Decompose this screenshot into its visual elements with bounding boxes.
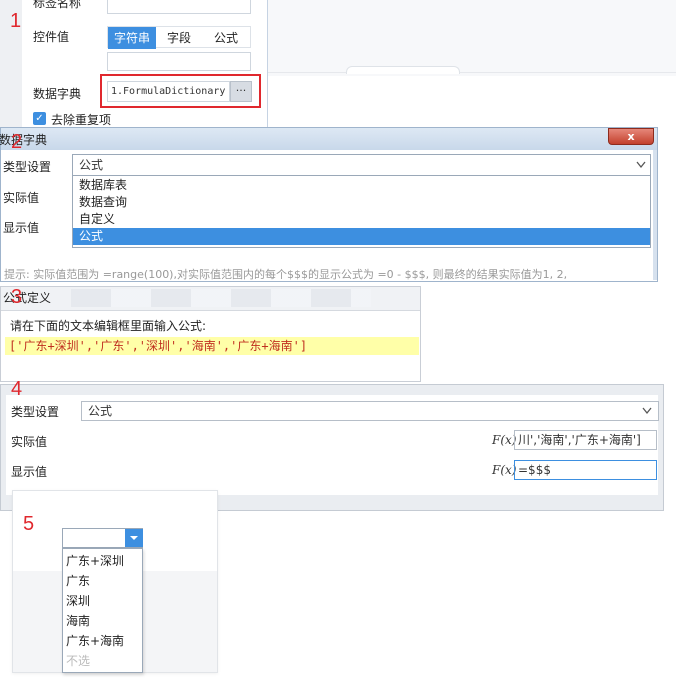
type-setting-combobox[interactable]: 公式 [72, 154, 651, 176]
dictionary-value-field[interactable]: 1.FormulaDictionary [107, 81, 230, 102]
background-canvas [268, 0, 676, 76]
dropdown-option[interactable]: 海南 [66, 612, 90, 629]
segment-string[interactable]: 字符串 [108, 27, 156, 49]
dropdown-option-db-table[interactable]: 数据库表 [73, 177, 650, 194]
formula-icon[interactable]: F(x) [492, 463, 516, 477]
dropdown-option[interactable]: 广东 [66, 572, 90, 589]
combobox-toggle-button[interactable] [125, 529, 143, 547]
control-value-label: 控件值 [33, 30, 70, 44]
caret-down-icon [130, 536, 138, 540]
preview-dropdown-list: 广东+深圳 广东 深圳 海南 广东+海南 不选 [62, 548, 143, 673]
display-value-input[interactable]: =$$$ [514, 460, 657, 480]
step-number-4: 4 [11, 378, 23, 400]
formula-definition-panel: 公式定义 3 请在下面的文本编辑框里面输入公式: ['广东+深圳','广东','… [0, 286, 421, 382]
chevron-down-icon [636, 161, 646, 169]
step-number-3: 3 [11, 286, 23, 308]
dialog-titlebar: 数据字典 x [0, 128, 657, 150]
label-name-label: 标签名称 [33, 0, 82, 10]
step-number-2: 2 [11, 131, 23, 153]
formula-instruction: 请在下面的文本编辑框里面输入公式: [10, 319, 207, 333]
close-button[interactable]: x [608, 128, 654, 145]
background-tab-handle [346, 66, 460, 74]
display-value-label: 显示值 [3, 221, 40, 235]
type-setting-label: 类型设置 [11, 405, 60, 419]
display-value-label: 显示值 [11, 465, 48, 479]
formula-panel-header: 公式定义 [1, 287, 420, 311]
dialog-right-frame [653, 150, 657, 280]
dialog-title: 数据字典 [0, 133, 48, 147]
type-setting-label: 类型设置 [3, 160, 52, 174]
chevron-down-icon [642, 407, 652, 415]
header-background-pattern [71, 289, 371, 307]
background-divider [268, 72, 676, 73]
widget-properties-panel: 1 标签名称 控件值 字符串 字段 公式 数据字典 1.FormulaDicti… [0, 0, 268, 130]
data-dictionary-dialog: 数据字典 x 2 类型设置 公式 实际值 显示值 数据库表 数据查询 自定义 公… [0, 127, 658, 282]
dropdown-option[interactable]: 深圳 [66, 592, 90, 609]
dedupe-checkbox[interactable]: ✓ [33, 112, 46, 125]
dropdown-option[interactable]: 广东+海南 [66, 632, 124, 649]
control-value-type-switch: 字符串 字段 公式 [107, 26, 251, 49]
dropdown-option[interactable]: 广东+深圳 [66, 552, 124, 569]
actual-value-input[interactable]: 川','海南','广东+海南'] [514, 430, 657, 450]
dictionary-more-button[interactable]: ··· [230, 81, 252, 102]
dedupe-label: 去除重复项 [51, 113, 112, 127]
control-value-input[interactable] [107, 52, 251, 71]
step-number-5: 5 [23, 513, 35, 535]
type-setting-value: 公式 [88, 404, 113, 418]
close-icon: x [627, 130, 635, 143]
type-setting-combobox[interactable]: 公式 [81, 401, 659, 421]
label-name-input[interactable] [107, 0, 251, 14]
step-number-1: 1 [10, 10, 22, 32]
segment-formula[interactable]: 公式 [202, 27, 250, 49]
data-dictionary-label: 数据字典 [33, 87, 82, 101]
formula-icon[interactable]: F(x) [492, 433, 516, 447]
dropdown-option-none[interactable]: 不选 [66, 652, 90, 669]
actual-value-label: 实际值 [3, 191, 40, 205]
dropdown-option-formula[interactable]: 公式 [73, 228, 650, 245]
dropdown-preview-panel: 5 广东+深圳 广东 深圳 海南 广东+海南 不选 [12, 490, 218, 673]
dropdown-option-custom[interactable]: 自定义 [73, 211, 650, 228]
formula-editor-line[interactable]: ['广东+深圳','广东','深圳','海南','广东+海南'] [5, 337, 419, 355]
actual-value-label: 实际值 [11, 435, 48, 449]
hint-text: 提示: 实际值范围为 =range(100),对实际值范围内的每个$$$的显示公… [4, 268, 568, 281]
type-setting-value: 公式 [79, 158, 104, 172]
segment-field[interactable]: 字段 [156, 27, 202, 49]
type-dropdown-list: 数据库表 数据查询 自定义 公式 [72, 176, 651, 248]
dropdown-option-db-query[interactable]: 数据查询 [73, 194, 650, 211]
